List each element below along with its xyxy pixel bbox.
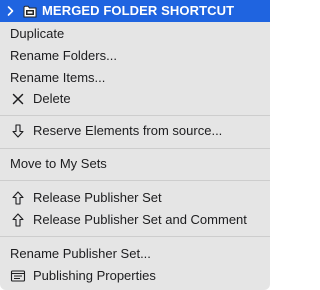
- menu-item-publishing-properties[interactable]: Publishing Properties: [0, 265, 270, 287]
- selected-tree-row[interactable]: MERGED FOLDER SHORTCUT: [0, 0, 270, 22]
- menu-item-reserve-elements[interactable]: Reserve Elements from source...: [0, 120, 270, 142]
- menu-item-rename-publisher-set[interactable]: Rename Publisher Set...: [0, 243, 270, 265]
- arrow-up-outline-icon: [12, 213, 24, 227]
- menu-item-label: Reserve Elements from source...: [33, 123, 223, 138]
- menu-item-label: Move to My Sets: [10, 156, 107, 171]
- menu-item-label: Delete: [33, 91, 71, 106]
- menu-separator: [0, 180, 270, 181]
- chevron-right-icon[interactable]: [5, 1, 17, 21]
- menu-item-label: Rename Publisher Set...: [10, 246, 151, 261]
- menu-item-release-publisher-set-and-comment[interactable]: Release Publisher Set and Comment: [0, 209, 270, 231]
- arrow-up-outline-icon: [12, 191, 24, 205]
- context-menu: Duplicate Rename Folders... Rename Items…: [0, 22, 270, 290]
- menu-separator: [0, 115, 270, 116]
- menu-item-label: Rename Folders...: [10, 48, 117, 63]
- properties-icon: [10, 270, 26, 282]
- menu-separator: [0, 148, 270, 149]
- menu-item-release-publisher-set[interactable]: Release Publisher Set: [0, 187, 270, 209]
- menu-item-rename-folders[interactable]: Rename Folders...: [0, 45, 270, 67]
- menu-item-delete[interactable]: Delete: [0, 88, 270, 110]
- menu-item-duplicate[interactable]: Duplicate: [0, 23, 270, 45]
- close-icon: [12, 93, 24, 105]
- menu-item-label: Release Publisher Set and Comment: [33, 212, 247, 227]
- menu-item-label: Release Publisher Set: [33, 190, 162, 205]
- menu-item-rename-items[interactable]: Rename Items...: [0, 67, 270, 89]
- menu-item-move-to-my-sets[interactable]: Move to My Sets: [0, 153, 270, 175]
- folder-shortcut-icon: [23, 5, 37, 18]
- menu-separator: [0, 236, 270, 237]
- selected-item-name: MERGED FOLDER SHORTCUT: [42, 3, 235, 18]
- menu-item-label: Rename Items...: [10, 70, 106, 85]
- arrow-down-outline-icon: [12, 124, 24, 138]
- menu-item-label: Duplicate: [10, 26, 65, 41]
- menu-item-label: Publishing Properties: [33, 268, 156, 283]
